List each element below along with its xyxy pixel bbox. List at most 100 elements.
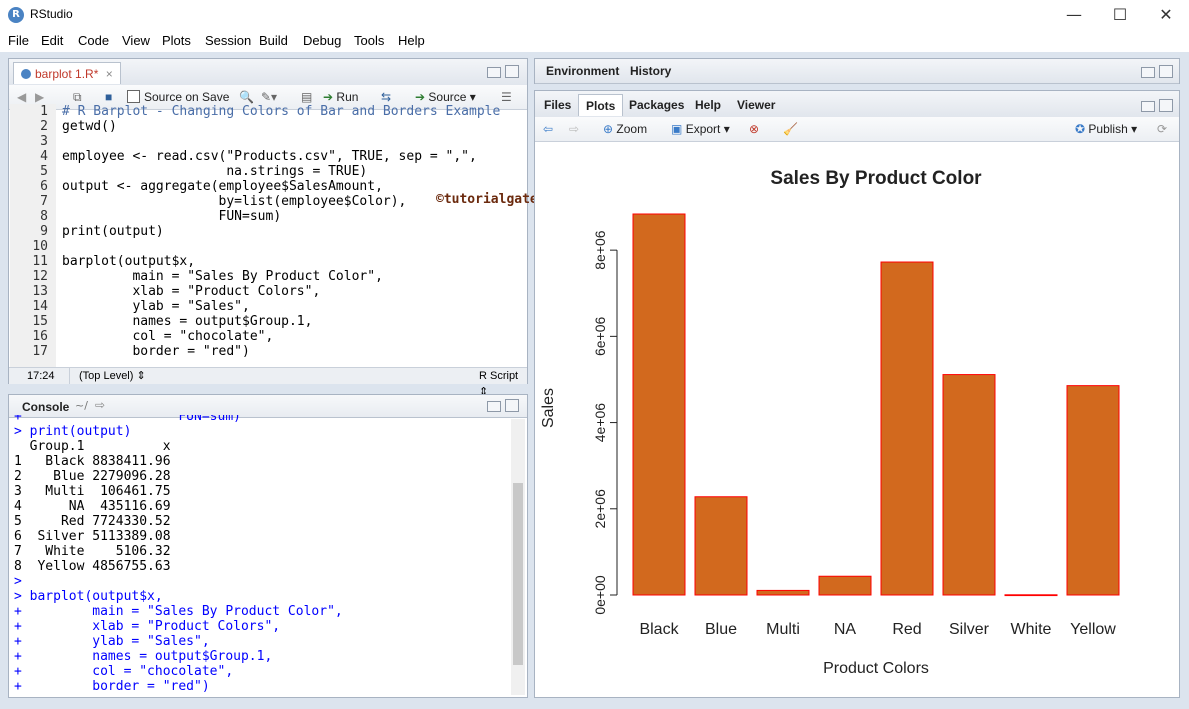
y-tick-label: 0e+00 xyxy=(592,575,608,615)
x-tick-label: Yellow xyxy=(1070,621,1116,638)
export-label: Export xyxy=(685,122,721,136)
code-text: # R Barplot - Changing Colors of Bar and… xyxy=(62,104,501,119)
maximize-plots-icon[interactable] xyxy=(1159,99,1173,112)
y-axis-label: Sales xyxy=(540,388,557,428)
y-tick-label: 4e+06 xyxy=(592,403,608,443)
code-text: border = "red") xyxy=(62,344,250,359)
x-tick-label: Blue xyxy=(705,621,737,638)
console-line: 6 Silver 5113389.08 xyxy=(14,529,171,544)
menu-build[interactable]: Build xyxy=(259,33,288,48)
bar-red xyxy=(880,261,934,596)
maximize-console-icon[interactable] xyxy=(505,399,519,412)
bar-white xyxy=(1004,594,1058,597)
tab-barplot-file[interactable]: barplot 1.R* × xyxy=(13,62,121,84)
minimize-pane-icon[interactable] xyxy=(487,67,501,78)
code-text: getwd() xyxy=(62,119,117,134)
menu-debug[interactable]: Debug xyxy=(303,33,341,48)
line-number: 7 xyxy=(40,194,48,209)
tab-plots[interactable]: Plots xyxy=(578,94,624,116)
clear-plots-broom-icon[interactable]: 🧹 xyxy=(783,120,798,138)
tab-viewer[interactable]: Viewer xyxy=(730,94,782,116)
code-editor[interactable]: 1 # R Barplot - Changing Colors of Bar an… xyxy=(10,104,526,368)
console-path: ~/ xyxy=(75,399,88,412)
next-plot-icon[interactable]: ⇨ xyxy=(569,120,579,138)
console-line: Group.1 x xyxy=(14,439,171,454)
tab-environment[interactable]: Environment xyxy=(539,60,626,82)
environment-pane: Environment History xyxy=(534,58,1180,84)
zoom-button[interactable]: ⊕ Zoom xyxy=(603,120,647,138)
tab-files[interactable]: Files xyxy=(537,94,578,116)
console-scroll-thumb[interactable] xyxy=(513,483,523,665)
code-text: na.strings = TRUE) xyxy=(62,164,368,179)
maximize-pane-icon[interactable] xyxy=(505,65,519,78)
console-scrollbar[interactable] xyxy=(511,419,525,695)
console-line: 1 Black 8838411.96 xyxy=(14,454,171,469)
console-line: 4 NA 435116.69 xyxy=(14,499,171,514)
y-axis: 0e+00 2e+06 4e+06 6e+06 8e+06 xyxy=(592,230,618,615)
line-number: 17 xyxy=(32,344,48,359)
console-line: + col = "chocolate", xyxy=(14,664,234,679)
console-output[interactable]: + FUN=sum) > print(output) Group.1 x1 Bla… xyxy=(10,415,510,697)
bar-chart: Sales By Product Color Product Colors Sa… xyxy=(537,148,1177,696)
maximize-env-icon[interactable] xyxy=(1159,65,1173,78)
menu-tools[interactable]: Tools xyxy=(354,33,384,48)
menu-plots[interactable]: Plots xyxy=(162,33,191,48)
x-tick-labels: Black Blue Multi NA Red Silver White Yellow xyxy=(639,621,1116,638)
publish-button[interactable]: ✪ Publish ▾ xyxy=(1075,120,1137,138)
x-tick-label: Black xyxy=(639,621,679,638)
menu-help[interactable]: Help xyxy=(398,33,425,48)
close-tab-icon[interactable]: × xyxy=(106,67,113,81)
tab-history[interactable]: History xyxy=(623,60,678,82)
window-title: RStudio xyxy=(30,7,73,21)
code-text: output <- aggregate(employee$SalesAmount… xyxy=(62,179,383,194)
publish-label: Publish xyxy=(1088,122,1128,136)
export-button[interactable]: ▣ Export ▾ xyxy=(671,120,730,138)
filetype-label: R Script xyxy=(479,370,519,382)
code-text: xlab = "Product Colors", xyxy=(62,284,321,299)
line-number: 14 xyxy=(32,299,48,314)
minimize-env-icon[interactable] xyxy=(1141,67,1155,78)
console-line: + xlab = "Product Colors", xyxy=(14,619,281,634)
y-tick-label: 8e+06 xyxy=(592,230,608,270)
minimize-console-icon[interactable] xyxy=(487,401,501,412)
console-line: + ylab = "Sales", xyxy=(14,634,210,649)
code-text: FUN=sum) xyxy=(62,209,282,224)
line-number: 15 xyxy=(32,314,48,329)
line-number: 9 xyxy=(40,224,48,239)
x-tick-label: White xyxy=(1011,621,1052,638)
code-text: names = output$Group.1, xyxy=(62,314,313,329)
maximize-button[interactable]: ☐ xyxy=(1097,0,1143,30)
line-number: 2 xyxy=(40,119,48,134)
goto-directory-icon[interactable]: ⇨ xyxy=(95,398,105,412)
console-line: 7 White 5106.32 xyxy=(14,544,171,559)
close-button[interactable]: ✕ xyxy=(1143,0,1189,30)
tab-help[interactable]: Help xyxy=(688,94,728,116)
chevron-down-icon: ▾ xyxy=(723,122,730,136)
menu-session[interactable]: Session xyxy=(205,33,251,48)
menu-view[interactable]: View xyxy=(122,33,150,48)
cursor-position: 17:24 xyxy=(27,370,55,382)
bar-na xyxy=(818,575,872,596)
tab-packages[interactable]: Packages xyxy=(622,94,691,116)
menu-file[interactable]: File xyxy=(8,33,29,48)
refresh-icon[interactable]: ⟳ xyxy=(1157,120,1167,138)
line-number: 3 xyxy=(40,134,48,149)
menu-code[interactable]: Code xyxy=(78,33,109,48)
console-line: + names = output$Group.1, xyxy=(14,649,273,664)
minimize-button[interactable]: — xyxy=(1051,0,1097,30)
bar-silver xyxy=(942,374,996,596)
console-line: > print(output) xyxy=(14,424,132,439)
rstudio-logo-icon: R xyxy=(8,7,24,23)
run-arrow-icon: ➔ xyxy=(323,90,334,104)
line-number: 4 xyxy=(40,149,48,164)
scope-selector[interactable]: (Top Level) ⇕ xyxy=(79,368,146,384)
menu-edit[interactable]: Edit xyxy=(41,33,63,48)
previous-plot-icon[interactable]: ⇦ xyxy=(543,120,553,138)
remove-plot-icon[interactable]: ⊗ xyxy=(749,120,759,138)
minimize-plots-icon[interactable] xyxy=(1141,101,1155,112)
publish-icon: ✪ xyxy=(1075,122,1086,136)
y-tick-label: 6e+06 xyxy=(592,316,608,356)
line-number: 13 xyxy=(32,284,48,299)
x-tick-label: Red xyxy=(892,621,921,638)
console-line: > xyxy=(14,574,22,589)
